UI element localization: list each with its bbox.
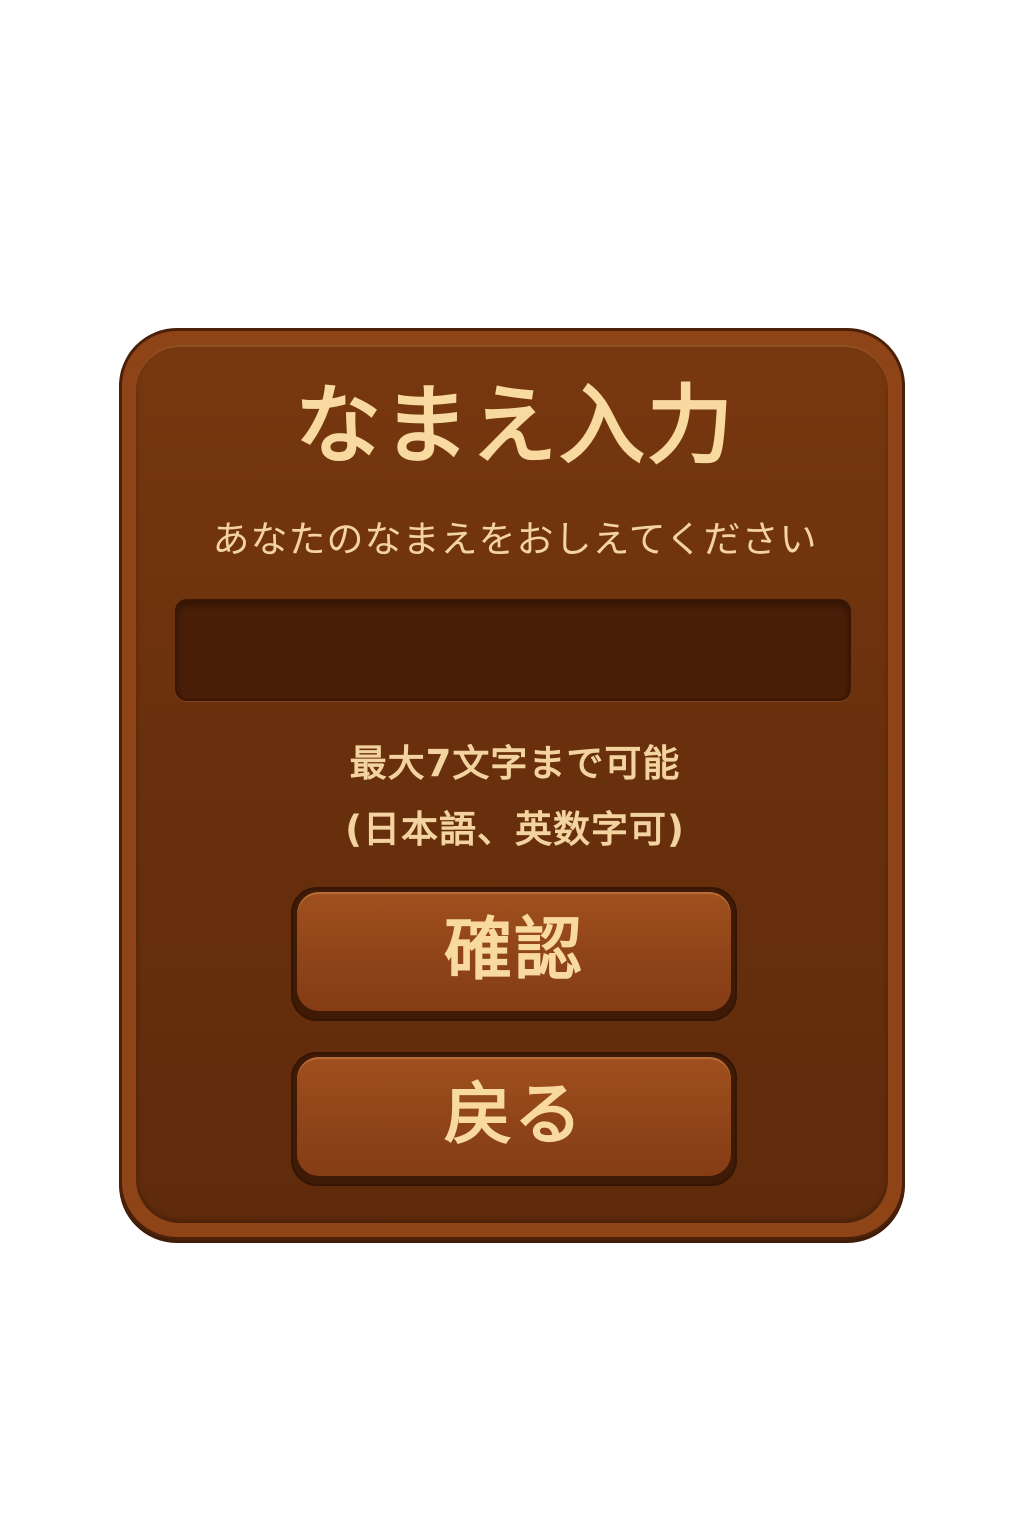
dialog-title: なまえ入力 (295, 376, 735, 476)
back-button-label: 戻る (443, 1076, 584, 1155)
max-length-note: 最大7文字まで可能 (349, 742, 681, 785)
name-input[interactable] (175, 599, 851, 701)
back-button[interactable]: 戻る (291, 1052, 737, 1186)
name-entry-dialog: なまえ入力 あなたのなまえをおしえてください 最大7文字まで可能 (日本語、英数… (119, 328, 905, 1240)
dialog-subtitle: あなたのなまえをおしえてください (212, 518, 818, 561)
screen: なまえ入力 あなたのなまえをおしえてください 最大7文字まで可能 (日本語、英数… (0, 0, 1024, 1536)
confirm-button[interactable]: 確認 (291, 887, 737, 1021)
confirm-button-label: 確認 (443, 911, 584, 990)
allowed-chars-note: (日本語、英数字可) (345, 808, 685, 851)
